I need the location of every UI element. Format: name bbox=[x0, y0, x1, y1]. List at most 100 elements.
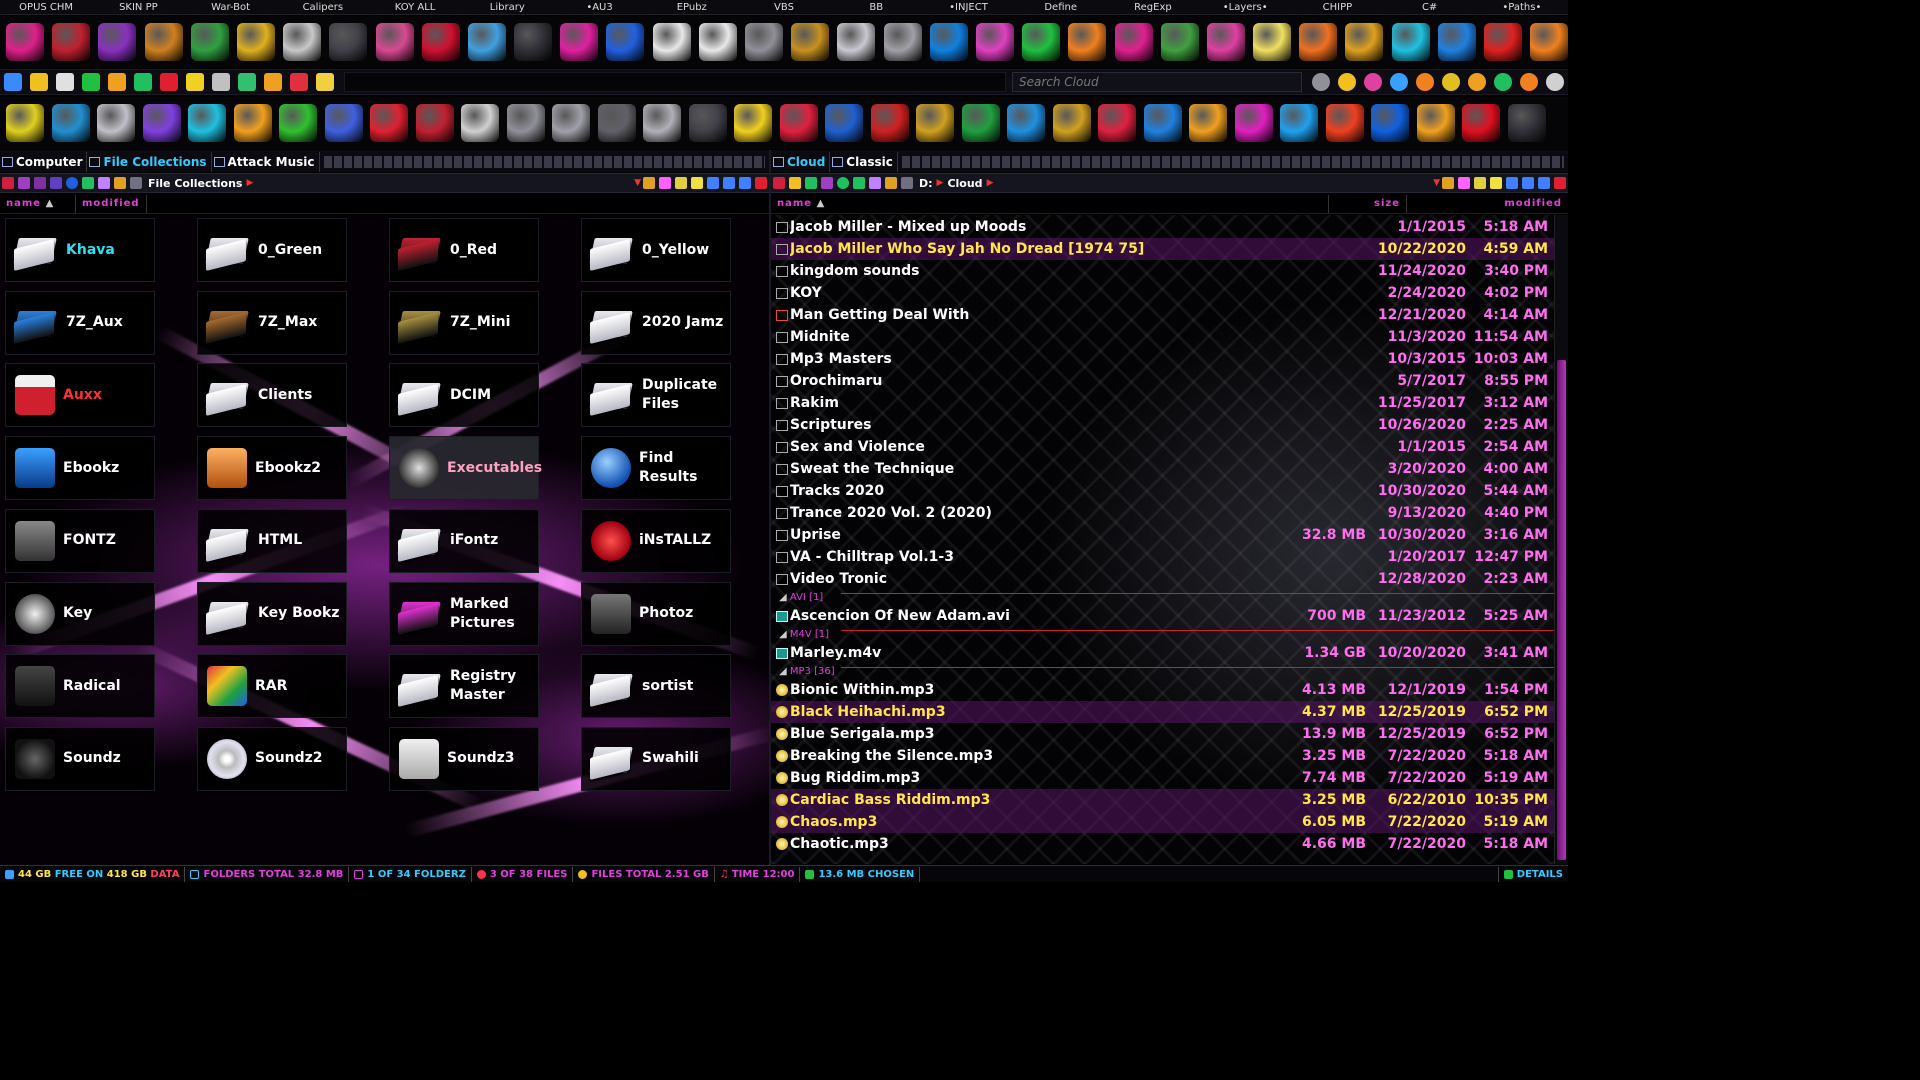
search-small-icon[interactable] bbox=[1312, 73, 1330, 91]
folder-tile[interactable]: HTML bbox=[197, 508, 347, 573]
folder-tile[interactable]: 0_Green bbox=[197, 218, 347, 282]
file-row[interactable]: Breaking the Silence.mp3 3.25 MB 7/22/2020… bbox=[771, 745, 1554, 767]
flame-badge-icon[interactable] bbox=[1325, 104, 1364, 142]
camera-icon[interactable] bbox=[883, 23, 922, 61]
stacked-windows-icon[interactable] bbox=[975, 23, 1014, 61]
double-right-icon[interactable] bbox=[1538, 177, 1550, 189]
breadcrumb-drive[interactable]: D: bbox=[919, 177, 933, 190]
folder-tile[interactable]: Khava bbox=[5, 218, 155, 282]
file-row[interactable]: Bionic Within.mp3 4.13 MB 12/1/2019 1:54 PM bbox=[771, 679, 1554, 701]
folder-tile[interactable]: sortist bbox=[581, 654, 731, 719]
glasses-icon[interactable] bbox=[108, 73, 126, 91]
view-list-icon[interactable] bbox=[659, 177, 671, 189]
double-left-icon[interactable] bbox=[707, 177, 719, 189]
tab-cloud[interactable]: Cloud bbox=[771, 152, 831, 172]
orange-fruit-icon[interactable] bbox=[1299, 23, 1338, 61]
back-icon[interactable] bbox=[773, 177, 785, 189]
file-row[interactable]: Sex and Violence 1/1/2015 2:54 AM bbox=[771, 436, 1554, 458]
column-name[interactable]: name ▲ bbox=[0, 194, 76, 213]
file-row[interactable]: Rakim 11/25/2017 3:12 AM bbox=[771, 392, 1554, 414]
file-row[interactable]: Jacob Miller Who Say Jah No Dread [1974 … bbox=[771, 238, 1554, 260]
menu-item[interactable]: CHIPP bbox=[1291, 0, 1383, 14]
upload-white-icon[interactable] bbox=[652, 23, 691, 61]
breadcrumb-folder[interactable]: Cloud bbox=[947, 177, 982, 190]
green-book-icon[interactable] bbox=[961, 104, 1000, 142]
file-row[interactable]: Jacob Miller - Mixed up Moods 1/1/2015 5:1… bbox=[771, 216, 1554, 238]
mask-icon[interactable] bbox=[745, 23, 783, 61]
menu-item[interactable]: •INJECT bbox=[922, 0, 1014, 14]
folder-tile[interactable]: iFontz bbox=[389, 508, 539, 573]
purple-disk-drive-icon[interactable] bbox=[98, 23, 137, 61]
padlock-icon[interactable] bbox=[283, 23, 322, 61]
folder-tile[interactable]: Soundz3 bbox=[389, 726, 539, 791]
copy-small-icon[interactable] bbox=[50, 177, 62, 189]
folder-tile[interactable]: Registry Master bbox=[389, 654, 539, 719]
tab-computer[interactable]: Computer bbox=[0, 152, 88, 172]
purple-orb-icon[interactable] bbox=[142, 104, 181, 142]
share-icon[interactable] bbox=[869, 177, 881, 189]
rainbow-ring-icon[interactable] bbox=[1234, 104, 1273, 142]
headphones-icon[interactable] bbox=[597, 104, 636, 142]
double-up-icon[interactable] bbox=[723, 177, 735, 189]
circuit-icon[interactable] bbox=[82, 73, 100, 91]
file-row[interactable]: Trance 2020 Vol. 2 (2020) 9/13/2020 4:40 P… bbox=[771, 502, 1554, 524]
up-icon[interactable] bbox=[34, 177, 46, 189]
edit-icon[interactable] bbox=[134, 73, 152, 91]
copy-small-icon[interactable] bbox=[805, 177, 817, 189]
menu-item[interactable]: RegExp bbox=[1107, 0, 1199, 14]
tool-icon[interactable] bbox=[114, 177, 126, 189]
blue-drop-icon[interactable] bbox=[1371, 104, 1409, 142]
menu-item[interactable]: •AU3 bbox=[553, 0, 645, 14]
column-modified[interactable]: modified bbox=[76, 194, 147, 213]
tag-icon[interactable] bbox=[853, 177, 865, 189]
club-icon[interactable] bbox=[675, 177, 687, 189]
waveform-gold-icon[interactable] bbox=[1052, 104, 1091, 142]
tool-icon[interactable] bbox=[885, 177, 897, 189]
refresh-icon[interactable] bbox=[1494, 73, 1512, 91]
dropdown-icon[interactable]: ▼ bbox=[1433, 178, 1440, 188]
folder-tile[interactable]: Soundz2 bbox=[197, 726, 347, 791]
green-disk-drive-icon[interactable] bbox=[190, 23, 229, 61]
scrollbar-thumb[interactable] bbox=[1557, 360, 1566, 860]
tag-icon[interactable] bbox=[82, 177, 94, 189]
double-left-icon[interactable] bbox=[1506, 177, 1518, 189]
column-size[interactable]: size bbox=[1329, 194, 1407, 213]
envelope-icon[interactable] bbox=[1189, 104, 1227, 142]
folder-tile[interactable]: Photoz bbox=[581, 581, 731, 646]
folder-tile[interactable]: FONTZ bbox=[5, 508, 155, 573]
menu-item[interactable]: EPubz bbox=[646, 0, 738, 14]
folder-tile[interactable]: DCIM bbox=[389, 363, 539, 428]
computer-icon[interactable] bbox=[56, 73, 74, 91]
orange-ruler-icon[interactable] bbox=[1530, 23, 1569, 61]
file-row[interactable]: kingdom sounds 11/24/2020 3:40 PM bbox=[771, 260, 1554, 282]
power-icon[interactable] bbox=[66, 177, 78, 189]
file-row[interactable]: Orochimaru 5/7/2017 8:55 PM bbox=[771, 370, 1554, 392]
windows-logo-icon[interactable] bbox=[1364, 73, 1382, 91]
view-list-icon[interactable] bbox=[1458, 177, 1470, 189]
file-row[interactable]: Sweat the Technique 3/20/2020 4:00 AM bbox=[771, 458, 1554, 480]
new-window-icon[interactable] bbox=[755, 177, 767, 189]
breadcrumb-arrow-icon[interactable]: ▶ bbox=[246, 178, 253, 188]
red-book-icon[interactable] bbox=[870, 104, 909, 142]
alarm-icon[interactable] bbox=[290, 73, 308, 91]
folder-small-icon[interactable] bbox=[901, 177, 913, 189]
monitor-icon[interactable] bbox=[514, 23, 553, 61]
red-atom-icon[interactable] bbox=[370, 104, 408, 142]
menu-item[interactable]: KOY ALL bbox=[369, 0, 461, 14]
search-input[interactable]: Search Cloud bbox=[1012, 72, 1302, 92]
club-icon[interactable] bbox=[1474, 177, 1486, 189]
menu-item[interactable]: War-Bot bbox=[184, 0, 276, 14]
xbox-icon[interactable] bbox=[1546, 73, 1564, 91]
forward-icon[interactable] bbox=[18, 177, 30, 189]
file-row[interactable]: Video Tronic 12/28/2020 2:23 AM bbox=[771, 568, 1554, 590]
folder-tile[interactable]: iNsTALLZ bbox=[581, 508, 731, 573]
folder-tile[interactable]: 7Z_Aux bbox=[5, 290, 155, 355]
usb-white-icon[interactable] bbox=[837, 23, 876, 61]
file-row[interactable]: KOY 2/24/2020 4:02 PM bbox=[771, 282, 1554, 304]
menu-item[interactable]: Library bbox=[461, 0, 553, 14]
file-row[interactable]: Black Heihachi.mp3 4.37 MB 12/25/2019 6:52 … bbox=[771, 701, 1554, 723]
folder-tile[interactable]: RAR bbox=[197, 654, 347, 719]
details-toggle[interactable]: DETAILS bbox=[1497, 866, 1568, 882]
network-icon[interactable] bbox=[238, 73, 256, 91]
tab-classic[interactable]: Classic bbox=[830, 152, 898, 172]
